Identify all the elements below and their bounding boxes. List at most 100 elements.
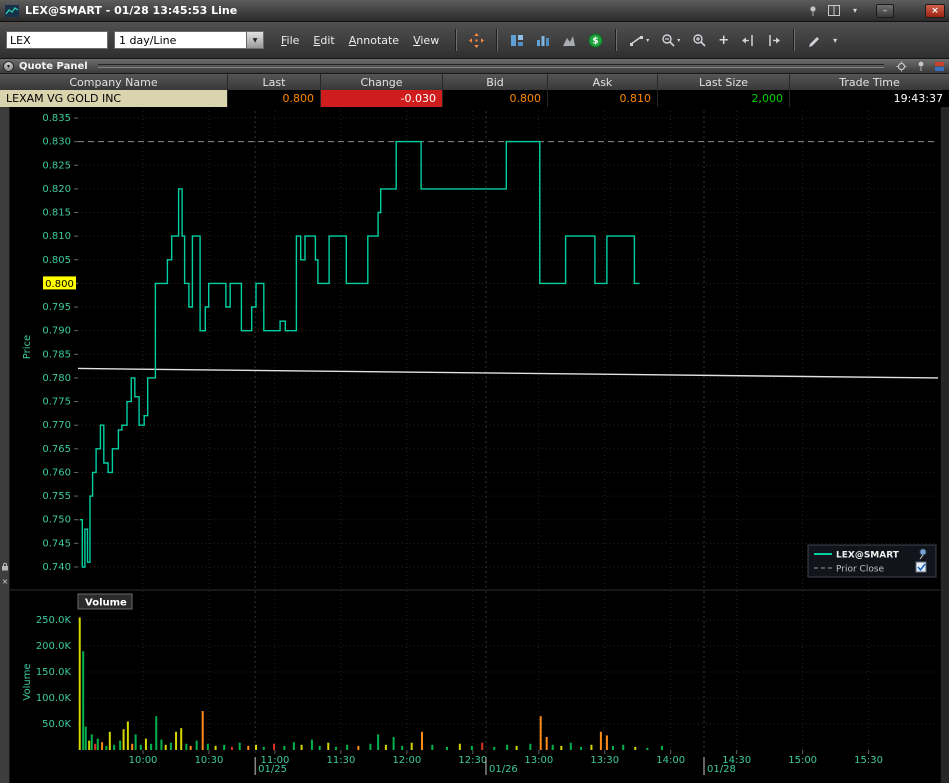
svg-text:0.755: 0.755	[42, 491, 71, 502]
dock-icon[interactable]	[935, 62, 944, 71]
titlebar: LEX@SMART - 01/28 13:45:53 Line ▾ – ×	[0, 0, 949, 22]
svg-text:0.780: 0.780	[42, 373, 71, 384]
svg-text:200.0K: 200.0K	[36, 641, 72, 652]
svg-text:50.0K: 50.0K	[42, 719, 71, 730]
chevron-down-icon[interactable]: ▾	[830, 29, 840, 51]
menu-annotate[interactable]: Annotate	[342, 31, 406, 50]
pin-icon[interactable]	[805, 4, 821, 18]
svg-text:250.0K: 250.0K	[36, 615, 72, 626]
column-header-company[interactable]: Company Name	[0, 74, 228, 90]
chart-canvas[interactable]: 10:0010:3011:0011:3012:0012:3013:0013:30…	[10, 107, 940, 783]
svg-text:0.760: 0.760	[42, 467, 71, 478]
zoom-in-icon[interactable]	[689, 29, 709, 51]
pencil-icon[interactable]	[804, 29, 824, 51]
svg-text:0.830: 0.830	[42, 137, 71, 148]
close-button[interactable]: ×	[925, 4, 945, 18]
layout-icon[interactable]	[826, 4, 842, 18]
last-size-cell: 2,000	[658, 90, 790, 107]
legend-pin-icon[interactable]	[920, 549, 926, 555]
change-cell: -0.030	[321, 90, 443, 107]
chevron-down-icon[interactable]: ▼	[246, 32, 263, 48]
bar-chart-icon[interactable]	[533, 29, 553, 51]
svg-text:Volume: Volume	[85, 598, 127, 609]
left-toolbar-strip: ×	[0, 107, 10, 783]
svg-text:12:30: 12:30	[458, 755, 487, 766]
svg-text:0.795: 0.795	[42, 302, 71, 313]
gear-icon[interactable]	[896, 61, 907, 72]
area-chart-icon[interactable]	[559, 29, 579, 51]
svg-text:15:00: 15:00	[788, 755, 817, 766]
svg-text:0.750: 0.750	[42, 515, 71, 526]
column-header-change[interactable]: Change	[321, 74, 443, 90]
chevron-down-icon[interactable]: ▾	[847, 4, 863, 18]
svg-text:0.825: 0.825	[42, 160, 71, 171]
company-name-cell: LEXAM VG GOLD INC	[0, 90, 228, 107]
column-header-last-size[interactable]: Last Size	[658, 74, 790, 90]
minimize-button[interactable]: –	[876, 4, 894, 18]
svg-text:0.815: 0.815	[42, 208, 71, 219]
zoom-out-icon[interactable]: ▾	[658, 29, 683, 51]
svg-text:15:30: 15:30	[854, 755, 883, 766]
svg-text:LEX@SMART: LEX@SMART	[836, 551, 900, 561]
svg-text:0.800: 0.800	[45, 279, 74, 290]
toolbar-separator	[615, 29, 617, 51]
column-header-bid[interactable]: Bid	[443, 74, 548, 90]
dollar-icon[interactable]: $	[585, 29, 606, 51]
collapse-panel-button[interactable]: ▾	[3, 61, 14, 72]
window-title: LEX@SMART - 01/28 13:45:53 Line	[25, 4, 237, 17]
svg-text:13:30: 13:30	[590, 755, 619, 766]
column-header-last[interactable]: Last	[228, 74, 321, 90]
quote-row[interactable]: LEXAM VG GOLD INC 0.800 -0.030 0.800 0.8…	[0, 90, 949, 107]
trendline-tool-icon[interactable]: ▾	[626, 29, 652, 51]
pin-icon[interactable]	[916, 60, 926, 72]
svg-text:13:00: 13:00	[524, 755, 553, 766]
expand-left-icon[interactable]	[738, 29, 758, 51]
svg-text:$: $	[593, 36, 599, 46]
svg-text:01/28: 01/28	[707, 764, 736, 775]
svg-text:100.0K: 100.0K	[36, 693, 72, 704]
svg-text:10:30: 10:30	[195, 755, 224, 766]
move-icon[interactable]	[466, 29, 487, 51]
column-header-ask[interactable]: Ask	[548, 74, 658, 90]
panels-icon[interactable]	[507, 29, 527, 51]
lock-icon[interactable]	[0, 562, 10, 571]
period-select[interactable]: 1 day/Line ▼	[114, 31, 264, 49]
svg-text:Price: Price	[22, 335, 33, 359]
svg-text:0.770: 0.770	[42, 420, 71, 431]
expand-right-icon[interactable]	[764, 29, 784, 51]
svg-text:11:30: 11:30	[326, 755, 355, 766]
svg-text:12:00: 12:00	[392, 755, 421, 766]
svg-text:0.820: 0.820	[42, 184, 71, 195]
menu-file[interactable]: File	[274, 31, 306, 50]
svg-text:0.745: 0.745	[42, 538, 71, 549]
period-select-value: 1 day/Line	[115, 34, 246, 47]
chart-window: LEX@SMART - 01/28 13:45:53 Line ▾ – × 1 …	[0, 0, 949, 783]
svg-text:10:00: 10:00	[129, 755, 158, 766]
close-icon[interactable]: ×	[0, 577, 10, 586]
toolbar-separator	[496, 29, 498, 51]
plus-icon[interactable]: +	[715, 29, 732, 51]
price-line	[80, 142, 640, 567]
svg-text:0.775: 0.775	[42, 397, 71, 408]
toolbar-separator	[793, 29, 795, 51]
svg-text:Volume: Volume	[22, 663, 33, 700]
svg-text:14:00: 14:00	[656, 755, 685, 766]
svg-text:01/25: 01/25	[258, 764, 287, 775]
svg-text:0.835: 0.835	[42, 113, 71, 124]
menu-edit[interactable]: Edit	[306, 31, 341, 50]
svg-text:0.790: 0.790	[42, 326, 71, 337]
svg-text:Prior Close: Prior Close	[836, 565, 885, 575]
menu-view[interactable]: View	[406, 31, 446, 50]
toolbar-separator	[455, 29, 457, 51]
chevron-down-icon[interactable]: ▾	[646, 37, 649, 44]
svg-text:01/26: 01/26	[489, 764, 518, 775]
svg-text:0.765: 0.765	[42, 444, 71, 455]
chevron-down-icon[interactable]: ▾	[677, 37, 680, 44]
quote-panel-title: Quote Panel	[19, 61, 88, 72]
menubar: File Edit Annotate View	[274, 31, 446, 50]
toolbar: 1 day/Line ▼ File Edit Annotate View $	[0, 22, 949, 59]
chart-region: × 10:0010:3011:0011:3012:0012:3013:0013:…	[0, 107, 949, 783]
symbol-input[interactable]	[6, 31, 108, 49]
right-strip	[940, 107, 949, 783]
column-header-trade-time[interactable]: Trade Time	[790, 74, 949, 90]
